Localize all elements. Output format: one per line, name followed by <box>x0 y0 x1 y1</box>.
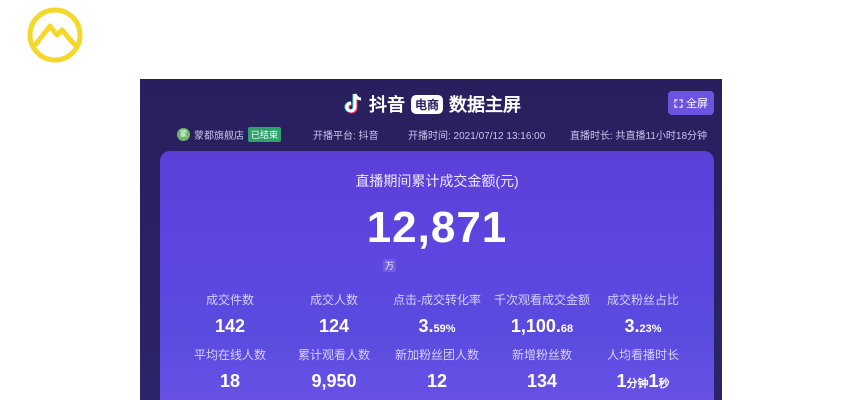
stat-avg-online: 平均在线人数 18 <box>175 346 285 392</box>
stat-value: 134 <box>526 371 558 391</box>
stat-value: 124 <box>318 316 350 336</box>
summary-panel: 直播期间累计成交金额(元) 12,871 万 成交件数 142 成交人数 124… <box>160 151 714 400</box>
live-data-screen: 抖音 电商 数据主屏 全屏 蒙 蒙都旗舰店 已结束 开播平台: 抖音 开播时间:… <box>140 79 722 400</box>
tiktok-icon <box>344 93 362 114</box>
live-info-bar: 蒙 蒙都旗舰店 已结束 开播平台: 抖音 开播时间: 2021/07/12 13… <box>140 125 722 145</box>
fullscreen-button[interactable]: 全屏 <box>668 91 714 115</box>
stat-fan-order-ratio: 成交粉丝占比 3.23% <box>588 291 698 337</box>
start-time: 开播时间: 2021/07/12 13:16:00 <box>408 131 546 142</box>
stat-value: 1,100.68 <box>510 316 574 336</box>
stat-label: 平均在线人数 <box>193 348 266 362</box>
expand-icon <box>674 98 683 108</box>
page-title: 数据主屏 <box>449 95 522 115</box>
stat-new-followers: 新增粉丝数 134 <box>487 346 597 392</box>
stat-label: 累计观看人数 <box>297 348 370 362</box>
stat-value: 12 <box>426 371 448 391</box>
brand-title: 抖音 电商 数据主屏 <box>343 91 521 117</box>
stat-label: 成交件数 <box>205 293 254 307</box>
gmv-unit: 万 <box>383 259 397 272</box>
stat-total-viewers: 累计观看人数 9,950 <box>279 346 389 392</box>
stat-click-conversion-rate: 点击-成交转化率 3.59% <box>382 291 492 337</box>
stat-value: 3.59% <box>418 316 456 336</box>
platform-info: 开播平台: 抖音 <box>313 131 379 142</box>
stat-label: 成交粉丝占比 <box>606 293 679 307</box>
stat-label: 成交人数 <box>309 293 358 307</box>
stat-label: 人均看播时长 <box>606 348 679 362</box>
stat-new-fan-club: 新加粉丝团人数 12 <box>382 346 492 392</box>
header: 抖音 电商 数据主屏 全屏 <box>140 79 722 125</box>
gmv-title: 直播期间累计成交金额(元) <box>355 173 519 189</box>
stat-gpm: 千次观看成交金额 1,100.68 <box>487 291 597 337</box>
mountain-logo-icon <box>27 7 83 63</box>
stat-label: 新加粉丝团人数 <box>394 348 479 362</box>
stat-value: 3.23% <box>624 316 662 336</box>
stat-avg-watch-time: 人均看播时长 1分钟1秒 <box>588 346 698 392</box>
store-info: 蒙 蒙都旗舰店 已结束 <box>177 127 282 142</box>
fullscreen-label: 全屏 <box>686 98 708 110</box>
stat-label: 新增粉丝数 <box>511 348 572 362</box>
live-duration: 直播时长: 共直播11小时18分钟 <box>570 131 708 142</box>
stat-buyer-count: 成交人数 124 <box>279 291 389 337</box>
ecommerce-badge: 电商 <box>411 94 444 114</box>
store-name: 蒙都旗舰店 <box>194 131 244 142</box>
stat-order-count: 成交件数 142 <box>175 291 285 337</box>
stat-value: 9,950 <box>311 371 357 391</box>
status-badge: 已结束 <box>248 127 282 142</box>
gmv-value: 12,871 <box>366 203 508 252</box>
app-name: 抖音 <box>369 95 405 115</box>
stat-value: 18 <box>219 371 241 391</box>
stat-label: 点击-成交转化率 <box>393 293 481 307</box>
store-avatar: 蒙 <box>177 128 190 141</box>
stat-value: 142 <box>214 316 246 336</box>
stat-value: 1分钟1秒 <box>616 371 670 391</box>
stat-label: 千次观看成交金额 <box>493 293 590 307</box>
